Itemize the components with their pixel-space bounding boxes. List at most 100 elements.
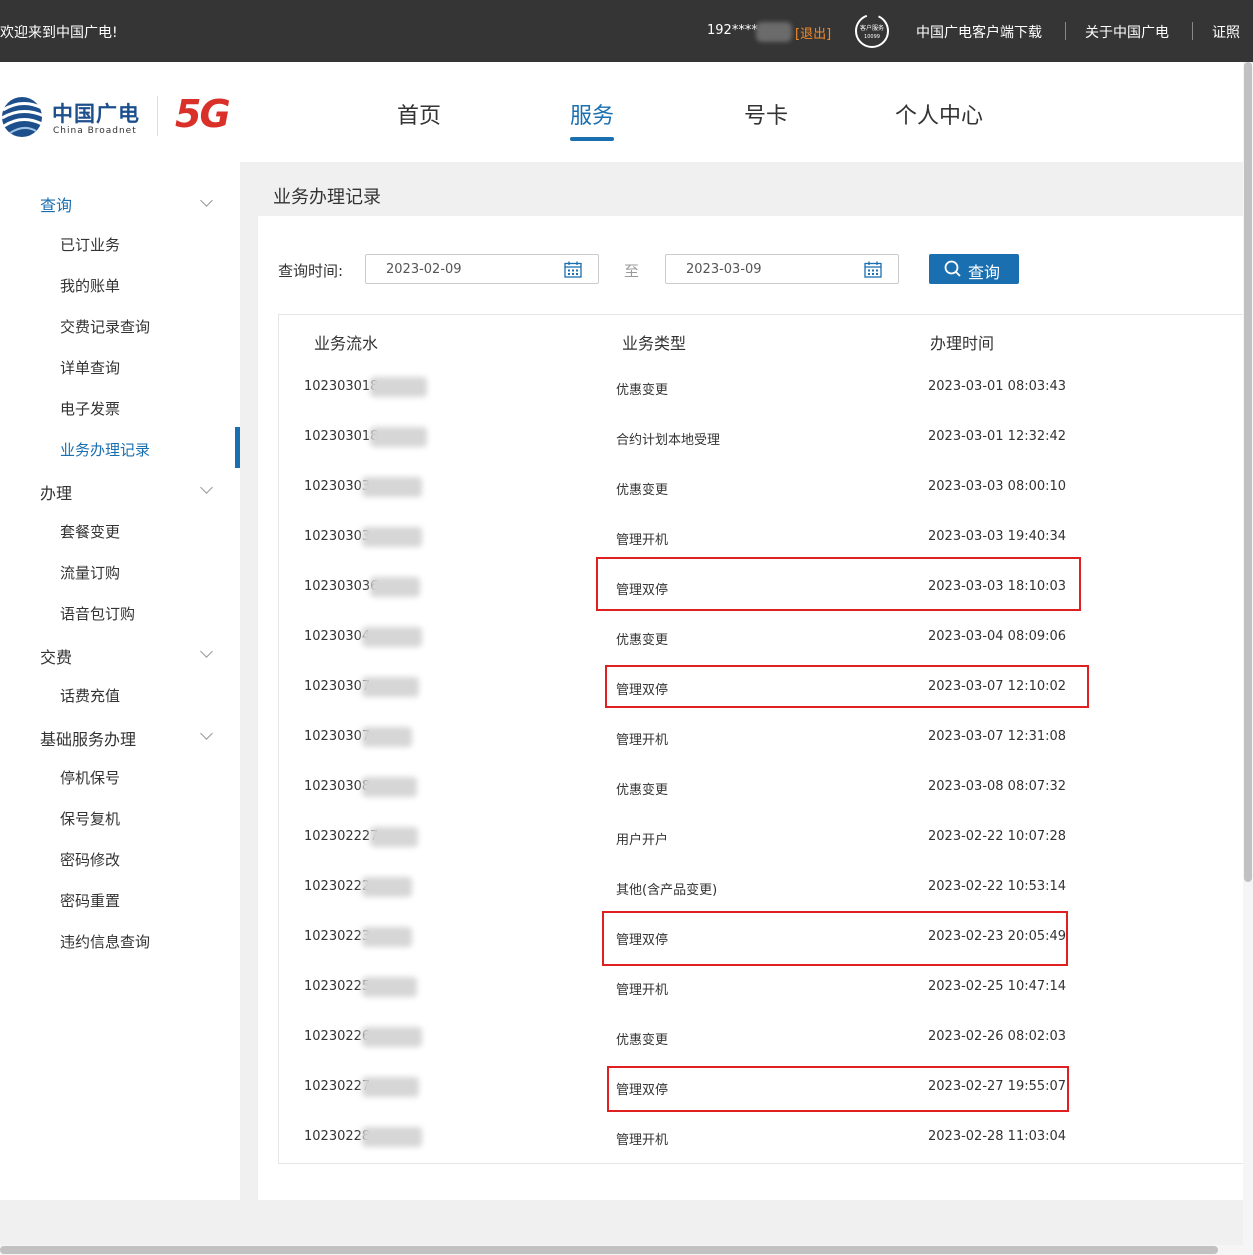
serial-number-cell: 10230308 — [304, 779, 371, 794]
nav-personal-center[interactable]: 个人中心 — [895, 98, 983, 130]
privacy-mask — [370, 427, 428, 447]
about-link[interactable]: 关于中国广电 — [1085, 22, 1169, 42]
sidebar-item-bill[interactable]: 我的账单 — [60, 275, 120, 296]
sidebar-item-plan-change[interactable]: 套餐变更 — [60, 521, 120, 542]
client-download-link[interactable]: 中国广电客户端下载 — [916, 22, 1042, 42]
date-from-input[interactable]: 2023-02-09 — [365, 254, 599, 284]
privacy-mask — [362, 1127, 423, 1147]
column-header-serial: 业务流水 — [314, 334, 379, 353]
highlight-box — [596, 557, 1081, 611]
globe-logo-icon — [1, 97, 45, 137]
sidebar-item-resume[interactable]: 保号复机 — [60, 808, 120, 829]
serial-number-cell: 102303036 — [304, 579, 379, 594]
brand-logo[interactable]: 中国广电 China Broadnet 5G — [0, 92, 250, 142]
column-header-time: 办理时间 — [930, 334, 995, 353]
sidebar-item-data-order[interactable]: 流量订购 — [60, 562, 120, 583]
vertical-scrollbar[interactable] — [1243, 62, 1253, 1255]
query-button-label: 查询 — [968, 263, 1001, 282]
privacy-mask — [362, 627, 423, 647]
scrollbar-thumb[interactable] — [1244, 62, 1252, 882]
privacy-mask — [362, 727, 413, 747]
sidebar-item-suspend-keep[interactable]: 停机保号 — [60, 767, 120, 788]
business-type-cell: 用户开户 — [616, 833, 669, 848]
serial-number-cell: 10230303 — [304, 529, 371, 544]
handle-time-cell: 2023-02-28 11:03:04 — [928, 1129, 1067, 1144]
service-icon-number: 10099 — [864, 34, 880, 40]
topbar-divider — [1192, 22, 1193, 40]
handle-time-cell: 2023-02-22 10:07:28 — [928, 829, 1067, 844]
handle-time-cell: 2023-03-07 12:31:08 — [928, 729, 1067, 744]
table-row: 102303018 优惠变更 2023-03-01 08:03:43 — [279, 363, 1243, 413]
column-header-type: 业务类型 — [622, 334, 687, 353]
table-row: 10230225 管理开机 2023-02-25 10:47:14 — [279, 963, 1243, 1013]
handle-time-cell: 2023-03-08 08:07:32 — [928, 779, 1067, 794]
serial-number-cell: 10230307 — [304, 729, 371, 744]
handle-time-cell: 2023-02-22 10:53:14 — [928, 879, 1067, 894]
sidebar-item-password-reset[interactable]: 密码重置 — [60, 890, 120, 911]
cert-link[interactable]: 证照 — [1212, 22, 1240, 42]
privacy-mask — [362, 877, 413, 897]
handle-time-cell: 2023-03-04 08:09:06 — [928, 629, 1067, 644]
privacy-mask — [362, 677, 420, 697]
handle-time-cell: 2023-03-01 08:03:43 — [928, 379, 1067, 394]
chevron-down-icon[interactable] — [200, 645, 213, 658]
chevron-down-icon[interactable] — [200, 727, 213, 740]
sidebar: 查询 已订业务 我的账单 交费记录查询 详单查询 电子发票 业务办理记录 办理 … — [0, 162, 240, 1200]
sidebar-item-recharge[interactable]: 话费充值 — [60, 685, 120, 706]
search-icon — [944, 260, 961, 277]
sidebar-item-detail-query[interactable]: 详单查询 — [60, 357, 120, 378]
sidebar-item-breach-query[interactable]: 违约信息查询 — [60, 931, 150, 952]
logo-divider — [157, 96, 158, 136]
chevron-down-icon[interactable] — [200, 194, 213, 207]
business-type-cell: 管理开机 — [616, 983, 669, 998]
handle-time-cell: 2023-03-03 19:40:34 — [928, 529, 1067, 544]
sidebar-item-password-change[interactable]: 密码修改 — [60, 849, 120, 870]
nav-service[interactable]: 服务 — [570, 98, 614, 130]
highlight-box — [602, 911, 1068, 966]
serial-number-cell: 10230226 — [304, 1029, 371, 1044]
logo-text-en: China Broadnet — [53, 126, 137, 136]
table-row: 102303018 合约计划本地受理 2023-03-01 12:32:42 — [279, 413, 1243, 463]
serial-number-cell: 102303018 — [304, 429, 379, 444]
sidebar-group-pay[interactable]: 交费 — [40, 644, 72, 668]
chevron-down-icon[interactable] — [200, 481, 213, 494]
query-button[interactable]: 查询 — [929, 254, 1019, 284]
serial-number-cell: 102302227 — [304, 829, 379, 844]
handle-time-cell: 2023-02-25 10:47:14 — [928, 979, 1067, 994]
serial-number-cell: 10230225 — [304, 979, 371, 994]
user-phone: 192**** — [707, 23, 758, 38]
scrollbar-thumb[interactable] — [0, 1246, 1218, 1254]
table-row: 102302227 用户开户 2023-02-22 10:07:28 — [279, 813, 1243, 863]
date-range-to-label: 至 — [624, 262, 640, 280]
welcome-text: 欢迎来到中国广电! — [0, 25, 118, 41]
serial-number-cell: 10230304 — [304, 629, 371, 644]
customer-service-icon[interactable]: 客户服务 10099 — [852, 12, 892, 50]
calendar-icon[interactable] — [864, 261, 882, 278]
calendar-icon[interactable] — [564, 261, 582, 278]
logout-link[interactable]: [退出] — [795, 23, 831, 42]
date-to-input[interactable]: 2023-03-09 — [665, 254, 899, 284]
business-type-cell: 管理开机 — [616, 533, 669, 548]
nav-home[interactable]: 首页 — [397, 98, 441, 130]
highlight-box — [607, 1066, 1069, 1112]
sidebar-item-subscribed[interactable]: 已订业务 — [60, 234, 120, 255]
sidebar-item-business-records[interactable]: 业务办理记录 — [60, 439, 150, 460]
page-title: 业务办理记录 — [273, 187, 381, 208]
horizontal-scrollbar[interactable] — [0, 1245, 1243, 1255]
table-row: 10230226 优惠变更 2023-02-26 08:02:03 — [279, 1013, 1243, 1063]
main-header: 中国广电 China Broadnet 5G 首页 服务 号卡 个人中心 — [0, 62, 1243, 162]
sidebar-item-voice-pack[interactable]: 语音包订购 — [60, 603, 135, 624]
sidebar-group-handle[interactable]: 办理 — [40, 480, 72, 504]
sidebar-item-payment-records[interactable]: 交费记录查询 — [60, 316, 150, 337]
nav-number-card[interactable]: 号卡 — [744, 98, 788, 130]
privacy-mask — [362, 927, 413, 947]
table-row: 10230307 管理开机 2023-03-07 12:31:08 — [279, 713, 1243, 763]
sidebar-item-e-invoice[interactable]: 电子发票 — [60, 398, 120, 419]
top-bar: 欢迎来到中国广电! 192**** [退出] 客户服务 10099 中国广电客户… — [0, 0, 1253, 62]
handle-time-cell: 2023-03-01 12:32:42 — [928, 429, 1067, 444]
sidebar-group-basic-service[interactable]: 基础服务办理 — [40, 726, 136, 750]
serial-number-cell: 10230228 — [304, 1129, 371, 1144]
business-type-cell: 优惠变更 — [616, 633, 669, 648]
sidebar-group-query[interactable]: 查询 — [40, 192, 72, 216]
date-from-value: 2023-02-09 — [386, 262, 462, 277]
